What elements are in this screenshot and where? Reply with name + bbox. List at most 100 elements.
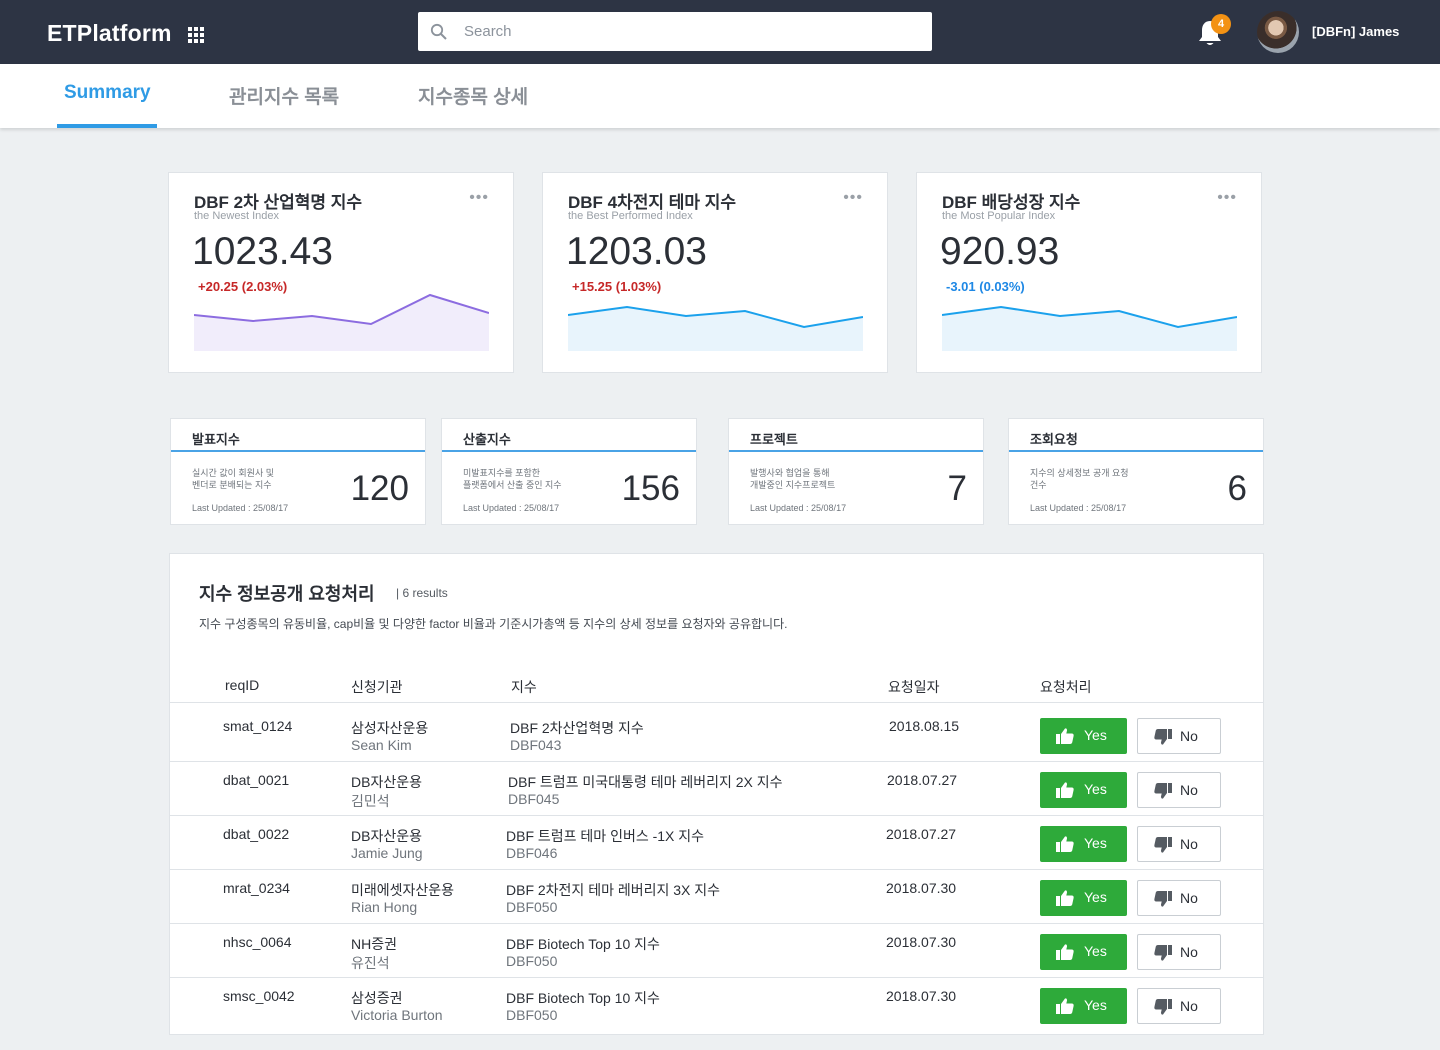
index-card-subtitle: the Newest Index [194,210,279,222]
thumbs-up-icon [1056,728,1074,744]
request-org: DB자산운용 [351,828,422,844]
request-index-name: DBF 트럼프 미국대통령 테마 레버리지 2X 지수 [508,774,783,790]
stat-card-value: 156 [621,469,680,508]
request-index-code: DBF045 [508,791,560,807]
request-index-code: DBF046 [506,845,558,861]
approve-button-label: Yes [1084,943,1107,959]
stat-card-title: 산출지수 [463,432,511,447]
reject-button-label: No [1180,998,1198,1014]
approve-button[interactable]: Yes [1040,772,1127,808]
requests-description: 지수 구성종목의 유동비율, cap비율 및 다양한 factor 비율과 기준… [199,617,788,631]
top-bar: ETPlatform 4 [DBFn] James [0,0,1440,64]
stat-card-header: 조회요청 [1009,419,1263,452]
more-icon[interactable]: ••• [843,189,863,207]
request-org: 미래에셋자산운용 [351,882,455,898]
request-date: 2018.07.27 [887,772,958,788]
stat-card-updated: Last Updated : 25/08/17 [1030,503,1127,513]
approve-button[interactable]: Yes [1040,934,1127,970]
request-date: 2018.07.30 [886,934,957,950]
stat-card-title: 조회요청 [1030,432,1078,447]
active-tab-indicator [57,124,157,128]
thumbs-down-icon [1154,729,1172,745]
search-input[interactable] [464,12,924,51]
request-date: 2018.07.30 [886,988,957,1004]
tab-bar: Summary 관리지수 목록 지수종목 상세 [0,64,1440,128]
column-header-org[interactable]: 신청기관 [351,677,403,697]
request-id: nhsc_0064 [223,934,292,950]
approve-button-label: Yes [1084,997,1107,1013]
sparkline-chart [194,293,489,351]
reject-button-label: No [1180,728,1198,744]
stat-card-calculated: 산출지수 미발표지수를 포함한 플랫폼에서 산출 중인 지수 Last Updat… [441,418,697,525]
reject-button[interactable]: No [1137,826,1221,862]
stat-card-header: 산출지수 [442,419,696,452]
index-change: +15.25 (1.03%) [572,279,662,294]
stat-card-title: 프로젝트 [750,432,798,447]
request-person: Rian Hong [351,899,418,915]
request-person: 김민석 [351,793,390,809]
request-date: 2018.07.30 [886,880,957,896]
tab-index-detail[interactable]: 지수종목 상세 [418,82,528,109]
thumbs-up-icon [1056,998,1074,1014]
reject-button[interactable]: No [1137,880,1221,916]
stat-card-header: 발표지수 [171,419,425,452]
request-index-code: DBF050 [506,899,558,915]
index-value: 1023.43 [192,230,333,273]
stat-card-published: 발표지수 실시간 값이 회원사 및 벤더로 분배되는 지수 Last Update… [170,418,426,525]
request-org: 삼성자산운용 [351,720,429,736]
reject-button[interactable]: No [1137,772,1221,808]
reject-button[interactable]: No [1137,988,1221,1024]
stat-card-value: 7 [947,469,967,508]
thumbs-down-icon [1154,999,1172,1015]
search-icon [430,23,447,40]
request-index-name: DBF Biotech Top 10 지수 [506,936,660,952]
reject-button-label: No [1180,782,1198,798]
approve-button[interactable]: Yes [1040,718,1127,754]
column-header-reqid[interactable]: reqID [225,677,259,693]
index-card-subtitle: the Best Performed Index [568,210,693,222]
stat-card-title: 발표지수 [192,432,240,447]
reject-button-label: No [1180,836,1198,852]
index-value: 920.93 [940,230,1060,273]
approve-button[interactable]: Yes [1040,988,1127,1024]
more-icon[interactable]: ••• [469,189,489,207]
stat-card-value: 6 [1227,469,1247,508]
column-header-index[interactable]: 지수 [511,677,537,697]
request-id: mrat_0234 [223,880,290,896]
reject-button[interactable]: No [1137,934,1221,970]
stat-card-updated: Last Updated : 25/08/17 [192,503,289,513]
stat-card-description: 미발표지수를 포함한 플랫폼에서 산출 중인 지수 [463,468,562,490]
column-header-action[interactable]: 요청처리 [1040,677,1092,697]
request-index-code: DBF050 [506,953,558,969]
row-divider [170,923,1263,924]
stat-card-updated: Last Updated : 25/08/17 [463,503,560,513]
index-value: 1203.03 [566,230,707,273]
request-org: NH증권 [351,936,397,952]
brand-logo[interactable]: ETPlatform [47,20,172,47]
index-card: DBF 배당성장 지수 the Most Popular Index ••• 9… [916,172,1262,373]
apps-grid-icon[interactable] [188,27,204,43]
tab-index-list[interactable]: 관리지수 목록 [229,82,339,109]
tab-summary[interactable]: Summary [64,82,151,104]
request-index-name: DBF 2차전지 테마 레버리지 3X 지수 [506,882,721,898]
reject-button[interactable]: No [1137,718,1221,754]
more-icon[interactable]: ••• [1217,189,1237,207]
request-org: 삼성증권 [351,990,403,1006]
approve-button-label: Yes [1084,781,1107,797]
row-divider [170,977,1263,978]
approve-button-label: Yes [1084,835,1107,851]
requests-panel: 지수 정보공개 요청처리 | 6 results 지수 구성종목의 유동비율, … [169,553,1264,1035]
request-index-code: DBF050 [506,1007,558,1023]
search-box [418,12,932,51]
stat-card-requests: 조회요청 지수의 상세정보 공개 요청 건수 Last Updated : 25/… [1008,418,1264,525]
thumbs-up-icon [1056,836,1074,852]
thumbs-up-icon [1056,890,1074,906]
avatar[interactable] [1257,11,1299,53]
index-change: +20.25 (2.03%) [198,279,288,294]
approve-button-label: Yes [1084,727,1107,743]
column-header-date[interactable]: 요청일자 [888,677,940,697]
approve-button[interactable]: Yes [1040,880,1127,916]
request-person: 유진석 [351,955,390,971]
approve-button[interactable]: Yes [1040,826,1127,862]
username[interactable]: [DBFn] James [1312,24,1399,39]
